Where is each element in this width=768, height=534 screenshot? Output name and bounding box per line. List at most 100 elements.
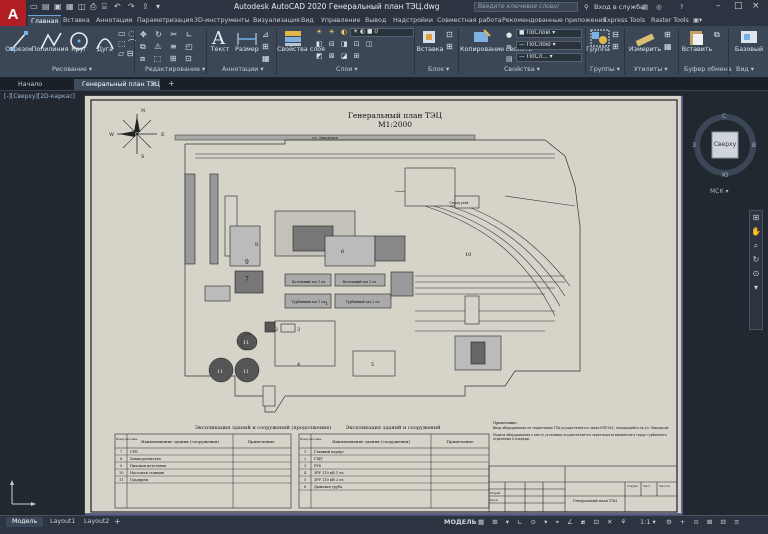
a360-icon[interactable]: ◎ <box>656 3 662 11</box>
viewcube-face-label[interactable]: Сверху <box>712 141 738 148</box>
layer-tools-icons[interactable]: ◧ ⊟ ◨ ⊡ ◫ <box>316 40 374 48</box>
save-icon[interactable]: ▣ <box>54 2 62 11</box>
undo-icon[interactable]: ↶ <box>114 2 121 11</box>
cart-icon[interactable]: ▤ <box>642 3 648 11</box>
viewcube-east[interactable]: В <box>752 142 756 149</box>
minimize-button[interactable]: – <box>716 1 721 11</box>
svg-text:10: 10 <box>465 252 471 258</box>
close-button[interactable]: × <box>752 1 760 11</box>
share-icon[interactable]: ⇪ <box>142 2 149 11</box>
tab-collaborate[interactable]: Совместная работа <box>434 15 505 26</box>
layout-tab-model[interactable]: Модель <box>6 517 44 527</box>
clipboard-panel-title[interactable]: Буфер обмена <box>684 66 732 76</box>
annotation-toggles[interactable]: ⊿ ⊡ ✕ ⚘ <box>580 518 629 526</box>
tab-3d-tools[interactable]: 3D-инструменты <box>191 15 253 26</box>
maximize-button[interactable]: □ <box>734 1 743 11</box>
linetype-dropdown[interactable]: — ПоСл... ▾ <box>516 53 582 62</box>
block-more-icons[interactable]: ⊡ ⊞ <box>446 29 453 53</box>
svg-text:Разраб.: Разраб. <box>490 491 501 495</box>
draw-panel-title[interactable]: Рисование ▾ <box>52 66 92 76</box>
tab-addins[interactable]: Надстройки <box>390 15 436 26</box>
group-button[interactable] <box>590 29 610 47</box>
svg-text:ГРП: ГРП <box>130 450 138 454</box>
tab-annotate[interactable]: Аннотации <box>93 15 135 26</box>
group-label: Группа <box>586 46 610 53</box>
layers-panel-title[interactable]: Слои ▾ <box>336 66 358 76</box>
layout-tab-1[interactable]: Layout1 <box>44 517 81 527</box>
web-icon[interactable]: ◫ <box>78 2 86 11</box>
tab-manage[interactable]: Управление <box>318 15 364 26</box>
binoculars-icon[interactable]: ⚲ <box>584 3 589 11</box>
ucs-menu[interactable]: МСК ▾ <box>710 188 729 195</box>
svg-text:5: 5 <box>371 362 374 368</box>
print-icon[interactable]: ⌸ <box>102 2 107 12</box>
annotation-scale[interactable]: 1:1 ▾ <box>640 518 656 526</box>
drafting-toggles[interactable]: ▦ ⊞ ▾ ∟ ⊙ ▾ ⌖ ∠ ▾ <box>478 518 587 527</box>
groups-panel-title[interactable]: Группы ▾ <box>590 66 620 76</box>
doc-tab-drawing[interactable]: Генеральный план ТЭЦ <box>74 79 160 90</box>
modify-panel-title[interactable]: Редактирование ▾ <box>145 66 205 76</box>
separator <box>458 28 459 74</box>
compass-rose: N S W E <box>109 108 165 160</box>
open-file-icon[interactable]: ▤ <box>42 2 50 11</box>
layer-tools-icons-2[interactable]: ◩ ⊠ ◪ ⊞ <box>316 52 362 60</box>
insert-label: Вставка <box>416 46 444 53</box>
clipboard-more-icons[interactable]: ⧉ <box>714 29 720 41</box>
tab-home[interactable]: Главная <box>28 15 62 26</box>
view-panel-title[interactable]: Вид ▾ <box>736 66 754 76</box>
ribbon-options-icon[interactable]: ▣▾ <box>690 15 705 26</box>
help-icon[interactable]: ? <box>680 3 683 11</box>
redo-icon[interactable]: ↷ <box>128 2 135 11</box>
separator <box>678 28 679 74</box>
measure-button[interactable] <box>634 29 656 47</box>
viewcube-south[interactable]: Ю <box>722 172 728 179</box>
tab-visualize[interactable]: Визуализация <box>250 15 303 26</box>
tab-featured-apps[interactable]: Рекомендованные приложения <box>499 15 610 26</box>
properties-panel-title[interactable]: Свойства ▾ <box>504 66 540 76</box>
match-properties-icon <box>474 29 491 42</box>
utilities-more-icons[interactable]: ⊞ ▦ <box>664 29 672 53</box>
color-dropdown[interactable]: ■ ПоСлою ▾ <box>516 29 582 38</box>
polyline-label: Полилиния <box>31 46 69 53</box>
tab-insert[interactable]: Вставка <box>60 15 93 26</box>
insert-block-icon <box>423 31 435 43</box>
svg-text:2: 2 <box>275 327 278 333</box>
layer-properties-button[interactable] <box>282 29 306 47</box>
utilities-panel-title[interactable]: Утилиты ▾ <box>634 66 668 76</box>
annotation-panel-title[interactable]: Аннотации ▾ <box>222 66 264 76</box>
close-tab-icon[interactable]: × <box>150 80 156 88</box>
insert-block-button[interactable] <box>418 29 442 47</box>
tab-output[interactable]: Вывод <box>362 15 389 26</box>
signin-link[interactable]: Вход в службы <box>594 3 645 11</box>
base-view-button[interactable] <box>738 28 760 46</box>
svg-text:Склад угля: Склад угля <box>450 201 469 205</box>
tab-raster-tools[interactable]: Raster Tools <box>648 15 692 26</box>
viewcube-west[interactable]: З <box>692 142 696 149</box>
navigation-bar[interactable]: ⊞ ✋ ⌕ ↻ ⊙ ▾ <box>749 210 763 330</box>
qat-dropdown-icon[interactable]: ▾ <box>156 2 160 11</box>
tab-view[interactable]: Вид <box>298 15 317 26</box>
tab-express-tools[interactable]: Express Tools <box>600 15 648 26</box>
block-panel-title[interactable]: Блок ▾ <box>428 66 449 76</box>
modify-tools[interactable]: ✥ ↻ ✂ ∟ ⧉ ⚠ ≡ ◰ ⧈ ⬚ ⊞ ⊡ <box>140 29 210 65</box>
model-space-toggle[interactable]: МОДЕЛЬ <box>444 518 477 526</box>
plot-icon[interactable]: ⎙ <box>90 2 96 12</box>
match-properties-button[interactable] <box>470 28 494 46</box>
new-tab-icon[interactable]: + <box>168 79 175 88</box>
group-more-icons[interactable]: ⊟ ⊞ <box>612 29 619 53</box>
add-layout-icon[interactable]: + <box>114 517 121 526</box>
workspace-toggles[interactable]: ⚙ + ⊙ ⊠ ⊟ ≡ <box>666 518 742 526</box>
annotation-more-icons[interactable]: ⊿ ⊞ ▦ <box>262 29 270 65</box>
viewcube-north[interactable]: С <box>722 113 726 120</box>
layout-tab-2[interactable]: Layout2 <box>78 517 115 527</box>
search-input[interactable]: Введите ключевое слово/фразу <box>474 2 578 12</box>
lineweight-dropdown[interactable]: — ПоСлою ▾ <box>516 41 582 50</box>
paste-button[interactable] <box>686 28 708 46</box>
save-as-icon[interactable]: ▦ <box>66 2 74 11</box>
new-file-icon[interactable]: ▭ <box>30 2 38 11</box>
viewport-controls[interactable]: [-][Сверху][2D-каркас] <box>4 93 75 100</box>
doc-tab-start[interactable]: Начало <box>10 79 50 90</box>
layer-dropdown[interactable]: ☀ ◐ ■ 0 <box>350 28 414 37</box>
drawing-scale: М1:2000 <box>378 120 412 129</box>
tab-parametric[interactable]: Параметризация <box>134 15 196 26</box>
